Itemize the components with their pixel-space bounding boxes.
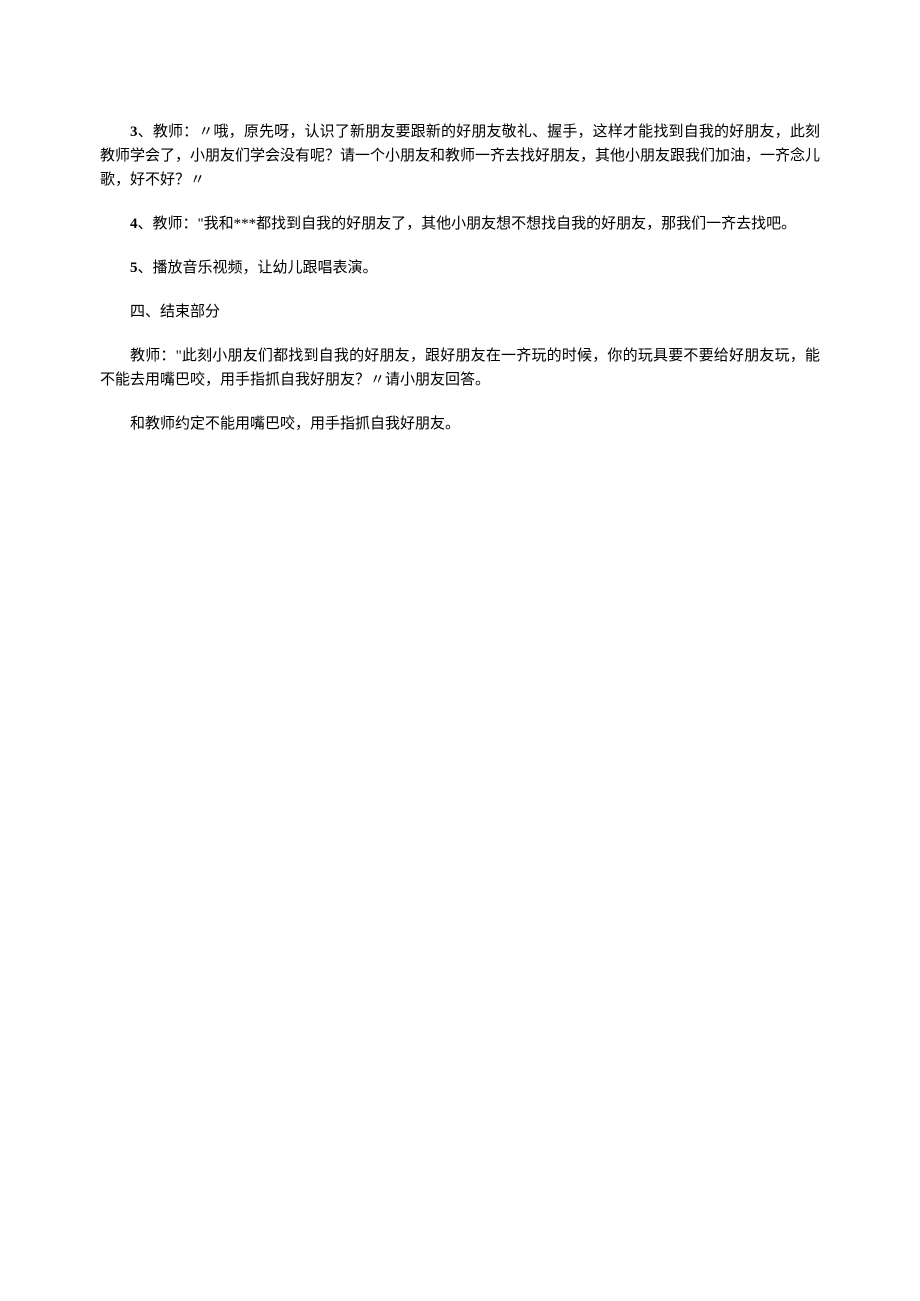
paragraph-teacher-question: 教师："此刻小朋友们都找到自我的好朋友，跟好朋友在一齐玩的时候，你的玩具要不要给…: [100, 344, 820, 392]
paragraph-3: 3、教师：〃哦，原先呀，认识了新朋友要跟新的好朋友敬礼、握手，这样才能找到自我的…: [100, 120, 820, 192]
item-number-4: 4: [130, 216, 138, 232]
paragraph-3-text: 、教师：〃哦，原先呀，认识了新朋友要跟新的好朋友敬礼、握手，这样才能找到自我的好…: [100, 124, 820, 188]
item-number-5: 5: [130, 260, 138, 276]
paragraph-5-text: 、播放音乐视频，让幼儿跟唱表演。: [138, 260, 378, 276]
paragraph-4: 4、教师："我和***都找到自我的好朋友了，其他小朋友想不想找自我的好朋友，那我…: [100, 212, 820, 236]
paragraph-agreement: 和教师约定不能用嘴巴咬，用手指抓自我好朋友。: [100, 412, 820, 436]
paragraph-5: 5、播放音乐视频，让幼儿跟唱表演。: [100, 256, 820, 280]
item-number-3: 3: [130, 124, 138, 140]
section-heading-4: 四、结束部分: [100, 300, 820, 324]
paragraph-4-text: 、教师："我和***都找到自我的好朋友了，其他小朋友想不想找自我的好朋友，那我们…: [138, 216, 797, 232]
section-heading-4-text: 四、结束部分: [130, 304, 220, 320]
paragraph-teacher-question-text: 教师："此刻小朋友们都找到自我的好朋友，跟好朋友在一齐玩的时候，你的玩具要不要给…: [100, 348, 820, 388]
paragraph-agreement-text: 和教师约定不能用嘴巴咬，用手指抓自我好朋友。: [130, 416, 460, 432]
